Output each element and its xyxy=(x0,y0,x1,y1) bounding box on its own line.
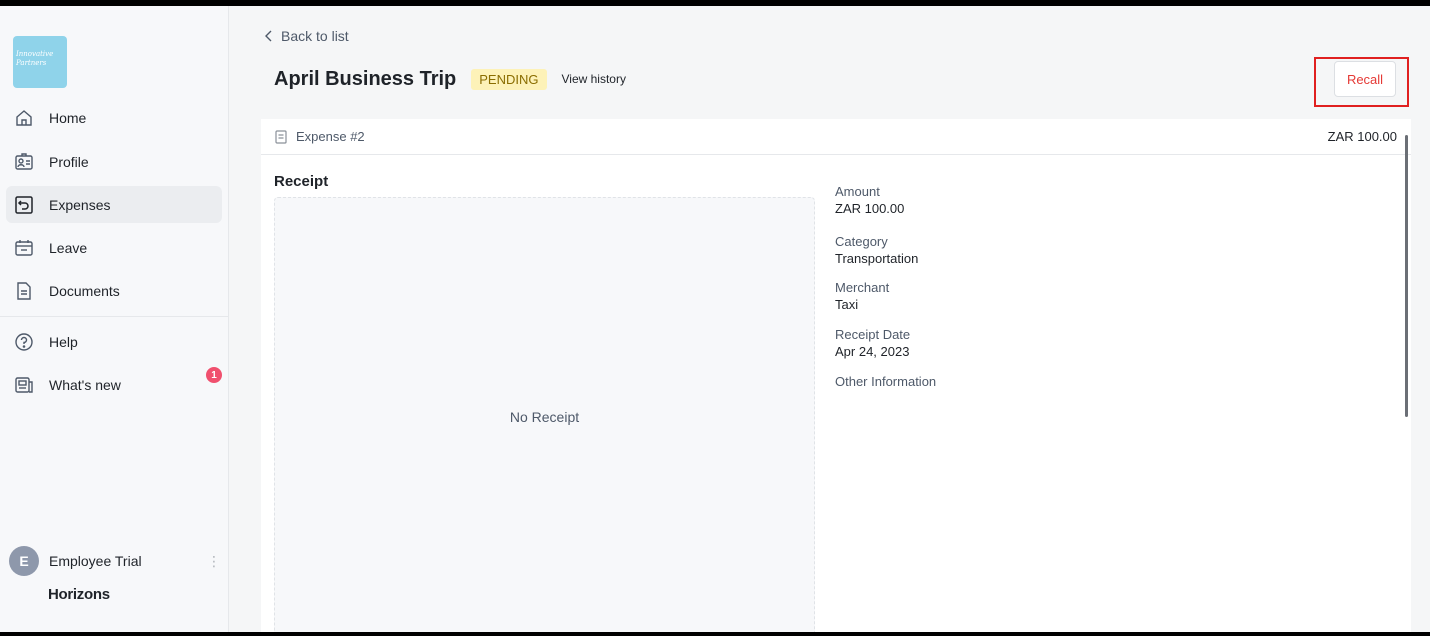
sidebar-item-label: Help xyxy=(49,333,78,350)
merchant-field: Merchant Taxi xyxy=(835,279,889,313)
field-label: Receipt Date xyxy=(835,327,911,342)
expense-number: Expense #2 xyxy=(296,129,365,144)
sidebar-item-home[interactable]: Home xyxy=(6,99,222,136)
no-receipt-text: No Receipt xyxy=(509,409,580,425)
receipt-dropzone: No Receipt xyxy=(274,197,815,632)
document-icon xyxy=(13,280,35,302)
field-label: Merchant xyxy=(835,280,890,295)
back-to-list-link[interactable]: Back to list xyxy=(263,28,349,44)
sidebar-item-whats-new[interactable]: What's new xyxy=(6,366,222,403)
sidebar-item-label: Home xyxy=(49,109,87,126)
avatar: E xyxy=(9,546,39,576)
chevron-left-icon xyxy=(265,30,272,42)
receipt-icon xyxy=(275,129,287,144)
sidebar-item-label: Leave xyxy=(49,239,88,256)
field-value: Transportation xyxy=(835,251,919,266)
receipt-date-field: Receipt Date Apr 24, 2023 xyxy=(835,326,910,360)
news-icon xyxy=(13,374,35,396)
user-menu[interactable]: E Employee Trial ⋮ xyxy=(9,546,221,576)
status-badge: PENDING xyxy=(471,68,547,90)
title-row: April Business Trip PENDING View history xyxy=(274,66,626,92)
field-label: Amount xyxy=(835,184,880,199)
sidebar-item-leave[interactable]: Leave xyxy=(6,229,222,266)
help-icon xyxy=(13,331,35,353)
home-icon xyxy=(13,107,35,129)
recall-button[interactable]: Recall xyxy=(1334,61,1396,97)
expense-header[interactable]: Expense #2 ZAR 100.00 xyxy=(261,119,1411,155)
scrollbar[interactable] xyxy=(1405,135,1408,417)
field-value: Taxi xyxy=(835,297,859,312)
sidebar-divider xyxy=(0,316,229,317)
page-title: April Business Trip xyxy=(274,67,457,90)
sidebar-item-expenses[interactable]: Expenses xyxy=(6,186,222,223)
calendar-icon xyxy=(13,237,35,259)
expense-total: ZAR 100.00 xyxy=(1327,129,1397,144)
expenses-icon xyxy=(13,194,35,216)
expense-card: Expense #2 ZAR 100.00 Receipt No Receipt… xyxy=(261,119,1411,632)
notification-badge: 1 xyxy=(206,367,222,383)
category-field: Category Transportation xyxy=(835,233,918,267)
sidebar: Innovative Partners Home Profile Expense… xyxy=(0,6,229,632)
brand-logo: Horizons xyxy=(48,586,110,603)
sidebar-item-profile[interactable]: Profile xyxy=(6,143,222,180)
other-information-field: Other Information xyxy=(835,373,936,390)
company-logo[interactable]: Innovative Partners xyxy=(13,36,67,88)
sidebar-item-help[interactable]: Help xyxy=(6,323,222,360)
user-name: Employee Trial xyxy=(49,553,142,569)
profile-icon xyxy=(13,151,35,173)
field-label: Category xyxy=(835,234,888,249)
app-window: Innovative Partners Home Profile Expense… xyxy=(0,6,1430,632)
sidebar-item-documents[interactable]: Documents xyxy=(6,272,222,309)
sidebar-item-label: Expenses xyxy=(49,196,111,213)
more-vertical-icon[interactable]: ⋮ xyxy=(207,553,221,570)
view-history-link[interactable]: View history xyxy=(562,72,626,86)
sidebar-item-label: What's new xyxy=(49,376,121,393)
amount-field: Amount ZAR 100.00 xyxy=(835,183,904,217)
sidebar-item-label: Profile xyxy=(49,153,89,170)
receipt-label: Receipt xyxy=(274,173,329,190)
field-value: ZAR 100.00 xyxy=(835,201,905,216)
sidebar-item-label: Documents xyxy=(49,282,120,299)
back-label: Back to list xyxy=(281,28,349,44)
field-value: Apr 24, 2023 xyxy=(835,344,910,359)
field-label: Other Information xyxy=(835,374,937,389)
